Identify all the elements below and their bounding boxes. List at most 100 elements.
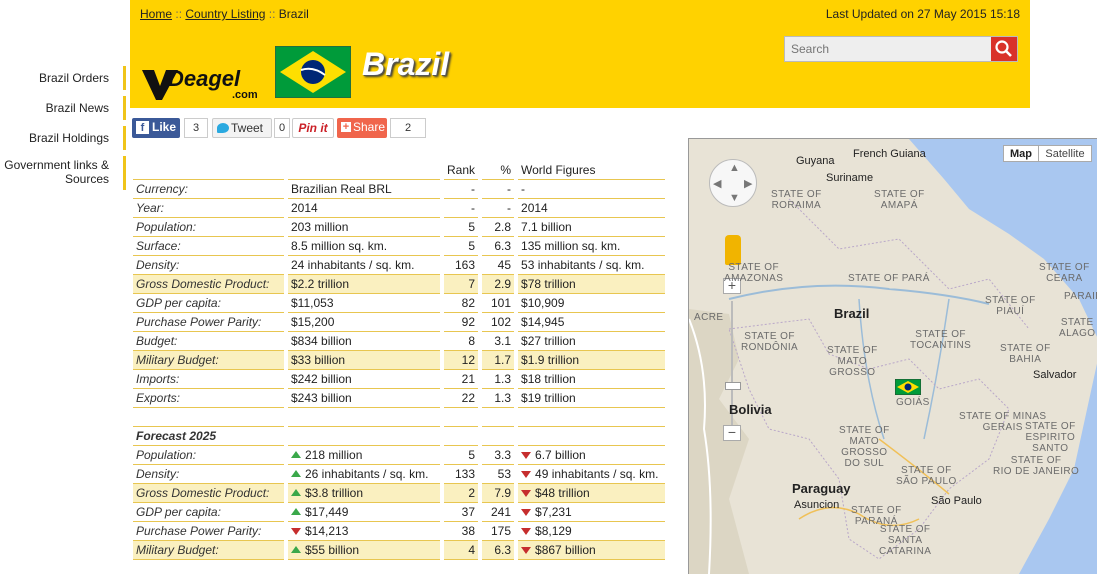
pan-down-icon[interactable]: ▼	[729, 192, 740, 204]
page-title: Brazil	[362, 46, 450, 82]
row-label: Purchase Power Parity:	[133, 522, 284, 541]
map-label-bolivia: Bolivia	[729, 402, 772, 417]
row-percent: 3.3	[482, 446, 515, 465]
row-label: GDP per capita:	[133, 503, 284, 522]
twitter-bird-icon	[217, 123, 229, 133]
row-world-figure-text: 6.7 billion	[535, 447, 586, 462]
pan-up-icon[interactable]: ▲	[729, 162, 740, 174]
row-value: $3.8 trillion	[288, 484, 440, 503]
map-label-state: STATE OF RONDÔNIA	[741, 331, 799, 353]
sidebar-item-label: Sources	[64, 172, 109, 186]
row-value: 203 million	[288, 218, 440, 237]
deagel-logo[interactable]: Deagel .com	[140, 62, 268, 102]
zoom-slider-thumb[interactable]	[725, 382, 741, 390]
row-value-text: 218 million	[305, 447, 363, 462]
share-button[interactable]: + Share	[337, 118, 387, 138]
row-value: 24 inhabitants / sq. km.	[288, 256, 440, 275]
table-row: Year: 2014- -2014	[133, 199, 666, 218]
row-percent: 101	[482, 294, 515, 313]
row-label: Exports:	[133, 389, 284, 408]
row-rank: 21	[444, 370, 479, 389]
row-label: Year:	[133, 199, 284, 218]
row-world-figure: $48 trillion	[518, 484, 666, 503]
row-value: 218 million	[288, 446, 440, 465]
column-header-world-figures: World Figures	[518, 161, 666, 180]
row-value: $242 billion	[288, 370, 440, 389]
map-marker-brazil-flag-icon[interactable]	[895, 379, 921, 395]
logo-tld: .com	[232, 89, 258, 101]
row-rank: 8	[444, 332, 479, 351]
search-input[interactable]	[785, 37, 997, 61]
row-world-figure: 2014	[518, 199, 666, 218]
row-percent: 6.3	[482, 541, 515, 560]
sidebar-item-holdings[interactable]: Brazil Holdings	[0, 126, 126, 150]
brazil-flag-icon	[274, 45, 352, 99]
table-row: Population: 218 million 5 3.3 6.7 billion	[133, 446, 666, 465]
country-map[interactable]: Map Satellite ▲ ▼ ◀ ▶ + − Guyana French …	[688, 138, 1097, 574]
breadcrumb-home-link[interactable]: Home	[140, 7, 172, 21]
row-world-figure: 135 million sq. km.	[518, 237, 666, 256]
facebook-like-button[interactable]: f Like	[132, 118, 180, 138]
row-rank: 5	[444, 446, 479, 465]
row-label: Budget:	[133, 332, 284, 351]
row-label: Military Budget:	[133, 541, 284, 560]
row-rank: 12	[444, 351, 479, 370]
tweet-button[interactable]: Tweet	[212, 118, 272, 138]
row-label: Currency:	[133, 180, 284, 199]
breadcrumb: Home :: Country Listing :: Brazil	[140, 7, 309, 21]
row-percent: 175	[482, 522, 515, 541]
sidebar-item-orders[interactable]: Brazil Orders	[0, 66, 126, 90]
row-world-figure-text: 49 inhabitants / sq. km.	[535, 466, 659, 481]
sidebar-item-government-links[interactable]: Government links & Sources	[0, 156, 126, 190]
search-button[interactable]	[991, 37, 1017, 61]
pan-left-icon[interactable]: ◀	[713, 177, 721, 190]
row-world-figure-text: $7,231	[535, 504, 572, 519]
share-count: 2	[390, 118, 426, 138]
row-world-figure: 7.1 billion	[518, 218, 666, 237]
map-label-state: STATE OF TOCANTINS	[910, 329, 972, 351]
like-label: Like	[152, 120, 177, 134]
row-world-figure: 49 inhabitants / sq. km.	[518, 465, 666, 484]
table-row: Military Budget: $33 billion 12 1.7 $1.9 tri…	[133, 351, 666, 370]
trend-down-icon	[521, 451, 532, 459]
map-label-state: STATE OF RIO DE JANEIRO	[993, 455, 1080, 477]
pinterest-pin-button[interactable]: Pin it	[292, 118, 334, 138]
row-value: $55 billion	[288, 541, 440, 560]
map-label-state: STATE OF SANTA CATARINA	[879, 524, 932, 557]
row-world-figure-text: $48 trillion	[535, 485, 590, 500]
table-row: Budget: $834 billion 8 3.1 $27 trillion	[133, 332, 666, 351]
tweet-label: Tweet	[231, 121, 264, 135]
map-type-map-button[interactable]: Map	[1003, 145, 1039, 162]
map-pan-control[interactable]: ▲ ▼ ◀ ▶	[709, 159, 757, 207]
map-label-asuncion: Asuncion	[794, 499, 840, 511]
forecast-title: Forecast 2025	[133, 427, 284, 446]
left-sidebar: Brazil Orders Brazil News Brazil Holding…	[0, 66, 126, 196]
table-row: Population: 203 million 5 2.8 7.1 billion	[133, 218, 666, 237]
map-label-paraguay: Paraguay	[792, 481, 851, 496]
sidebar-item-label: Government links &	[4, 158, 109, 172]
row-percent: -	[482, 180, 515, 199]
row-value-text: $17,449	[305, 504, 349, 519]
row-value: 26 inhabitants / sq. km.	[288, 465, 440, 484]
map-type-satellite-button[interactable]: Satellite	[1038, 145, 1092, 162]
row-percent: 6.3	[482, 237, 515, 256]
street-view-pegman-icon[interactable]	[725, 235, 741, 265]
row-label: Gross Domestic Product:	[133, 275, 284, 294]
plus-icon: +	[341, 121, 351, 133]
row-value: $834 billion	[288, 332, 440, 351]
row-world-figure: $18 trillion	[518, 370, 666, 389]
breadcrumb-country-listing-link[interactable]: Country Listing	[185, 7, 265, 21]
row-label: Population:	[133, 446, 284, 465]
row-world-figure: $78 trillion	[518, 275, 666, 294]
zoom-out-button[interactable]: −	[723, 425, 741, 441]
pan-right-icon[interactable]: ▶	[744, 177, 752, 190]
sidebar-item-news[interactable]: Brazil News	[0, 96, 126, 120]
column-header-rank: Rank	[444, 161, 479, 180]
row-rank: 22	[444, 389, 479, 408]
map-label-state: ACRE	[694, 312, 724, 323]
row-label: Gross Domestic Product:	[133, 484, 284, 503]
row-value: 2014	[288, 199, 440, 218]
row-rank: 163	[444, 256, 479, 275]
map-label-state: STATE OF MATO GROSSO	[827, 345, 878, 378]
forecast-header-row: Forecast 2025	[133, 427, 666, 446]
